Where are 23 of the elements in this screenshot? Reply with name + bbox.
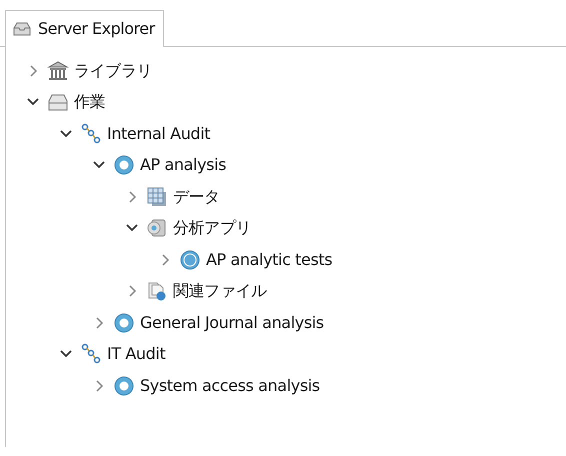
library-icon xyxy=(47,60,69,82)
tree-item-label[interactable]: General Journal analysis xyxy=(140,310,324,335)
connected-nodes-icon xyxy=(80,122,102,145)
tree-item-label[interactable]: 作業 xyxy=(74,90,106,114)
tree-item-label[interactable]: 分析アプリ xyxy=(173,216,252,240)
ring-icon xyxy=(113,154,135,176)
ring-icon xyxy=(113,312,135,334)
files-icon xyxy=(146,280,168,302)
tree-item-label[interactable]: ライブラリ xyxy=(74,58,152,83)
table-icon xyxy=(146,186,168,208)
server-icon xyxy=(12,21,32,37)
tree-item-label[interactable]: 関連ファイル xyxy=(173,279,267,304)
tree-item-label[interactable]: IT Audit xyxy=(107,342,166,366)
tree-item-label[interactable]: Internal Audit xyxy=(107,122,210,146)
tree-item-label[interactable]: データ xyxy=(173,184,220,209)
server-explorer-tab[interactable]: Server Explorer xyxy=(5,10,164,47)
tree-item-label[interactable]: AP analytic tests xyxy=(206,248,332,272)
gear-document-icon xyxy=(146,217,168,240)
tree-item-label[interactable]: AP analysis xyxy=(140,153,226,178)
acl-circle-icon xyxy=(179,248,201,271)
tree-item-label[interactable]: System access analysis xyxy=(140,374,320,398)
connected-nodes-icon xyxy=(80,343,102,366)
ring-icon xyxy=(113,374,135,397)
